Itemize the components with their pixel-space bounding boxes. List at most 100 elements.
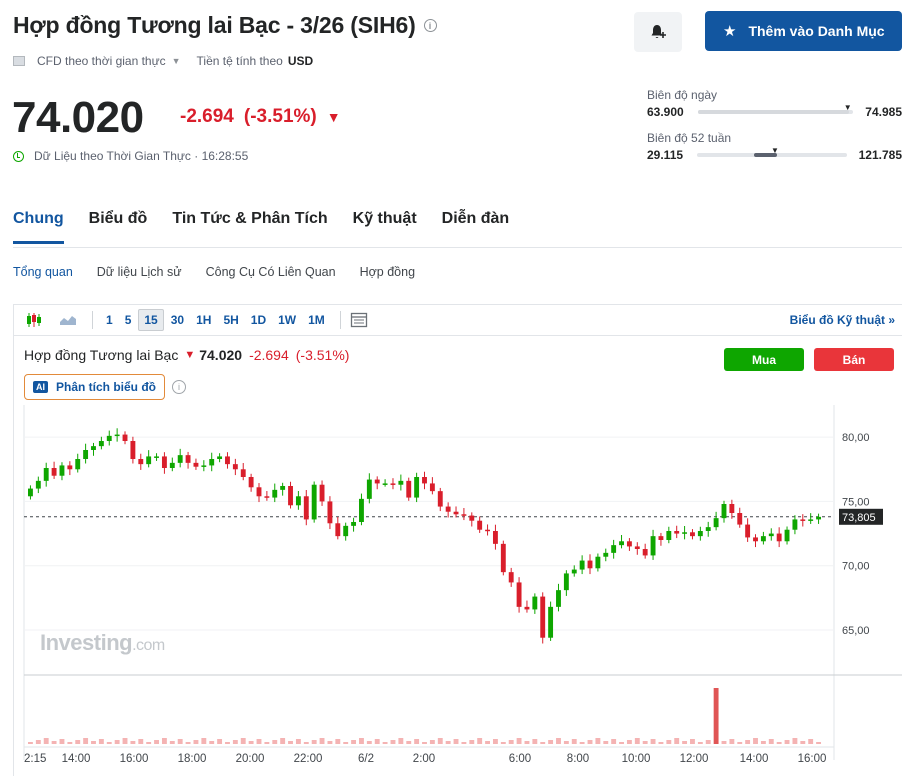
volume-bar: [634, 738, 640, 744]
candle-body: [808, 519, 814, 521]
technical-chart-link[interactable]: Biểu đồ Kỹ thuật »: [790, 313, 895, 327]
chevron-down-icon[interactable]: ▼: [172, 56, 181, 66]
area-chart-icon[interactable]: [58, 311, 78, 329]
price-chart[interactable]: 80,00 75,00 70,00 65,00 73,805 2:15 14:00 16:0…: [14, 405, 902, 776]
timeframe-15m[interactable]: 15: [138, 309, 164, 331]
volume-bar: [106, 742, 112, 744]
sell-button[interactable]: Bán: [814, 348, 894, 371]
week52-low: 29.115: [647, 148, 684, 162]
volume-bar: [532, 739, 538, 744]
candle-body: [319, 484, 325, 502]
info-icon[interactable]: i: [172, 380, 186, 394]
volume-bar: [571, 739, 577, 744]
timeframe-1h[interactable]: 1H: [191, 310, 216, 330]
volume-bar: [201, 738, 207, 744]
ai-analysis-button[interactable]: AI Phân tích biểu đồ: [24, 374, 166, 400]
candle-body: [650, 536, 656, 556]
volume-bar: [240, 738, 246, 744]
candle-body: [666, 531, 672, 540]
currency-label: Tiền tệ tính theo: [196, 54, 283, 68]
timeframe-30m[interactable]: 30: [166, 310, 189, 330]
volume-bar: [429, 740, 435, 744]
tab-overview[interactable]: Chung: [13, 210, 64, 244]
x-tick-label: 10:00: [622, 753, 651, 765]
candle-body: [697, 531, 703, 537]
candle-body: [705, 527, 711, 531]
x-tick-label: 14:00: [62, 753, 91, 765]
candle-body: [217, 456, 223, 459]
info-icon[interactable]: i: [423, 19, 437, 32]
calendar-icon[interactable]: [349, 311, 369, 329]
volume-bar: [516, 738, 522, 744]
down-arrow-icon: ▼: [184, 349, 196, 361]
timeframe-1w[interactable]: 1W: [273, 310, 301, 330]
volume-bar: [760, 741, 766, 744]
volume-bar: [225, 742, 230, 744]
candle-body: [51, 468, 57, 476]
volume-bar: [28, 742, 33, 744]
tab-forum[interactable]: Diễn đàn: [442, 210, 510, 244]
candle-body: [760, 536, 766, 542]
tabs-divider: [13, 247, 902, 248]
cfd-label[interactable]: CFD theo thời gian thực: [37, 54, 166, 68]
tab-technical[interactable]: Kỹ thuật: [353, 210, 417, 244]
candlestick-icon[interactable]: [24, 311, 44, 329]
buy-button[interactable]: Mua: [724, 348, 804, 371]
volume-bar: [75, 740, 81, 744]
price-change: -2.694 (-3.51%) ▼: [180, 106, 341, 128]
candle-body: [272, 489, 278, 498]
subnav-overview[interactable]: Tổng quan: [13, 265, 73, 279]
timeframe-5h[interactable]: 5H: [218, 310, 243, 330]
add-to-watchlist-button[interactable]: ★ Thêm vào Danh Mục: [705, 11, 902, 51]
day-high: 74.985: [865, 105, 902, 119]
subnav-contracts[interactable]: Hợp đồng: [360, 265, 415, 279]
volume-bar: [469, 740, 475, 744]
subnav-related-tools[interactable]: Công Cụ Có Liên Quan: [206, 265, 336, 279]
volume-bar: [729, 739, 735, 744]
candle-body: [248, 477, 254, 488]
x-tick-label: 8:00: [567, 753, 589, 765]
week52-range-bar: ▼: [697, 146, 847, 157]
subnav-historical-data[interactable]: Dữ liệu Lịch sử: [97, 265, 182, 279]
candle-body: [303, 496, 309, 520]
volume-bar: [343, 742, 349, 744]
volume-bar: [311, 740, 317, 744]
currency-value: USD: [287, 54, 314, 68]
volume-bar: [169, 741, 175, 744]
candle-body: [492, 531, 498, 544]
candle-body: [437, 491, 443, 507]
watchlist-label: Thêm vào Danh Mục: [748, 23, 885, 39]
last-price: 74.020: [12, 93, 144, 142]
volume-bar: [492, 739, 498, 744]
volume-bar: [800, 741, 806, 744]
candle-body: [768, 533, 774, 537]
candle-body: [185, 455, 191, 463]
timeframe-1mo[interactable]: 1M: [303, 310, 330, 330]
candle-body: [634, 546, 640, 549]
volume-bar: [697, 742, 703, 744]
candle-body: [603, 552, 609, 557]
toolbar-divider: [92, 311, 93, 329]
volume-bar: [177, 739, 183, 744]
volume-bar: [138, 739, 144, 744]
candle-body: [579, 560, 585, 570]
volume-bar: [650, 739, 656, 744]
add-alert-button[interactable]: [634, 12, 682, 52]
candle-body: [524, 606, 530, 610]
candle-body: [288, 486, 293, 506]
timeframe-5m[interactable]: 5: [120, 310, 137, 330]
candle-body: [784, 529, 790, 542]
timeframe-1d[interactable]: 1D: [246, 310, 271, 330]
candle-body: [138, 459, 144, 465]
candle-body: [98, 441, 104, 447]
volume-bar: [792, 738, 798, 744]
timeframe-1m[interactable]: 1: [101, 310, 118, 330]
tab-chart[interactable]: Biểu đồ: [89, 210, 148, 244]
volume-bar: [808, 739, 814, 744]
candle-body: [146, 456, 152, 465]
volume-bar: [319, 738, 325, 744]
candle-body: [422, 477, 427, 484]
tab-news[interactable]: Tin Tức & Phân Tích: [172, 210, 327, 244]
candle-body: [398, 480, 404, 485]
volume-bar: [335, 739, 341, 744]
